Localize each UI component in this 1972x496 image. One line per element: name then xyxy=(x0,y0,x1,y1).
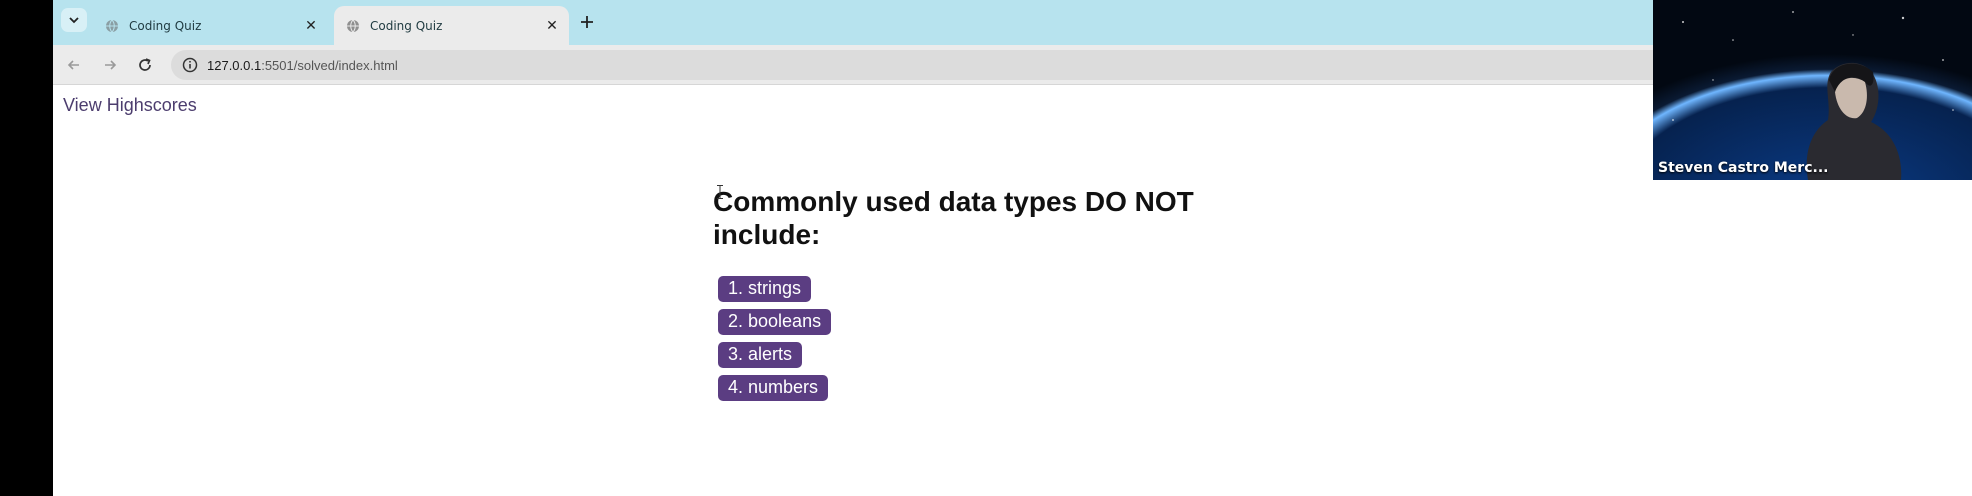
arrow-left-icon xyxy=(67,60,79,70)
info-icon xyxy=(182,57,198,73)
choice-button-1[interactable]: 1. strings xyxy=(718,276,812,302)
reload-icon xyxy=(139,58,151,71)
url-text: 127.0.0.1:5501/solved/index.html xyxy=(207,58,398,73)
back-button[interactable] xyxy=(62,53,86,77)
new-tab-button[interactable] xyxy=(575,10,599,34)
choice-button-3[interactable]: 3. alerts xyxy=(718,342,803,368)
chevron-down-icon xyxy=(69,17,79,24)
plus-icon xyxy=(581,16,593,28)
participant-name: Steven Castro Merc... xyxy=(1658,160,1829,176)
tab-coding-quiz-2[interactable]: Coding Quiz ✕ xyxy=(334,6,569,45)
choice-button-2[interactable]: 2. booleans xyxy=(718,309,832,335)
close-icon[interactable]: ✕ xyxy=(545,18,559,34)
tab-title: Coding Quiz xyxy=(370,18,443,33)
question-title: Commonly used data types DO NOT include: xyxy=(713,186,1194,250)
globe-icon xyxy=(347,19,359,32)
choice-button-4[interactable]: 4. numbers xyxy=(718,375,829,401)
tab-title: Coding Quiz xyxy=(129,18,202,33)
globe-icon xyxy=(106,19,118,32)
view-highscores-link[interactable]: View Highscores xyxy=(63,95,197,116)
site-info-button[interactable] xyxy=(179,54,201,76)
forward-button[interactable] xyxy=(98,53,122,77)
reload-button[interactable] xyxy=(133,53,157,77)
webcam-video xyxy=(1653,0,1972,180)
tab-search-button[interactable] xyxy=(61,8,87,32)
close-icon[interactable]: ✕ xyxy=(304,18,318,34)
url-host: 127.0.0.1 xyxy=(207,57,262,73)
answer-choices: 1. strings 2. booleans 3. alerts 4. numb… xyxy=(718,276,832,401)
tab-coding-quiz-1[interactable]: Coding Quiz ✕ xyxy=(93,6,328,45)
arrow-right-icon xyxy=(105,60,117,70)
webcam-overlay: Steven Castro Merc... xyxy=(1653,0,1972,180)
url-path: :5501/solved/index.html xyxy=(261,57,398,73)
text-cursor-icon xyxy=(717,185,723,199)
address-bar[interactable]: 127.0.0.1:5501/solved/index.html xyxy=(171,50,1771,80)
